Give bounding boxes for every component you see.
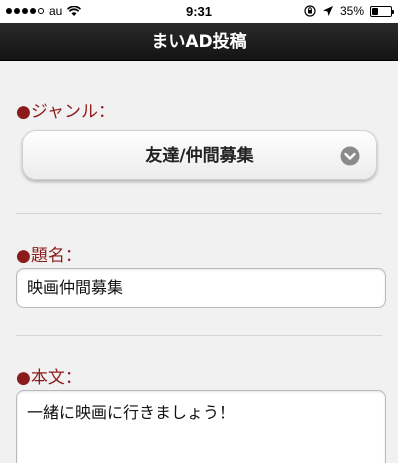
battery-icon	[370, 5, 394, 17]
genre-label: ●ジャンル：	[16, 102, 115, 122]
battery-percent: 35%	[339, 4, 364, 18]
nav-bar: まいAD投稿	[0, 23, 398, 61]
body-textarea[interactable]: 一緒に映画に行きましょう！	[16, 390, 386, 463]
chevron-down-icon	[340, 146, 360, 166]
status-bar: au 9:31 35%	[0, 0, 398, 23]
divider	[16, 213, 382, 214]
battery-fill	[372, 7, 379, 15]
page-title: まいAD投稿	[151, 32, 247, 52]
title-input[interactable]: 映画仲間募集	[16, 268, 386, 308]
genre-select-value: 友達/仲間募集	[145, 146, 254, 166]
genre-select[interactable]: 友達/仲間募集	[22, 130, 377, 180]
status-right: 35%	[304, 4, 394, 18]
divider	[16, 335, 382, 336]
rotation-lock-icon	[304, 5, 316, 17]
battery-tip	[392, 9, 394, 14]
title-label: ●題名：	[16, 246, 82, 266]
body-label: ●本文：	[16, 368, 82, 388]
location-arrow-icon	[322, 6, 333, 16]
